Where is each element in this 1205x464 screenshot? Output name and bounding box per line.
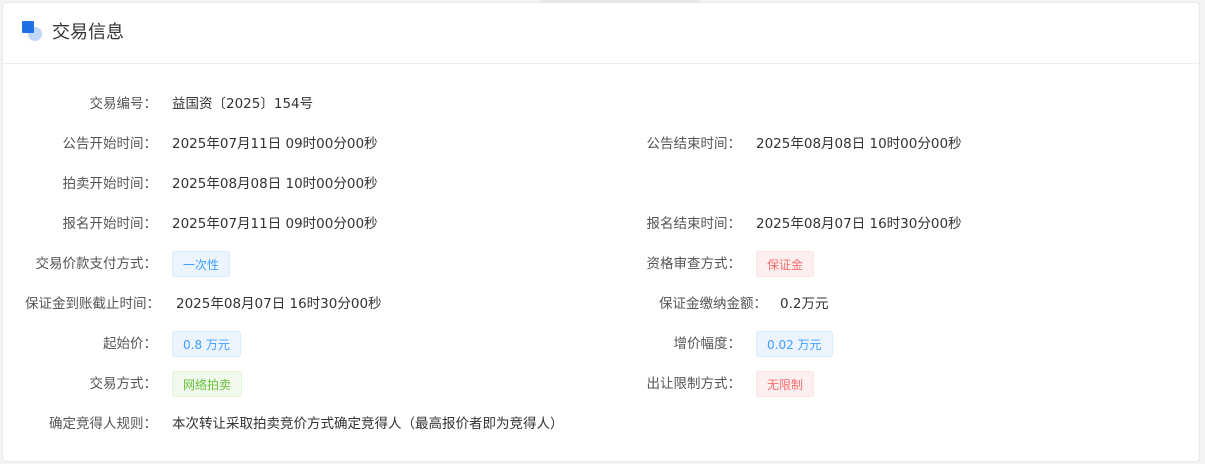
signup-end-value: 2025年08月07日 16时30分00秒 (756, 216, 962, 232)
trade-method-label: 交易方式： (89, 376, 158, 392)
trade-info-card: 交易信息 交易编号： 益国资〔2025〕154号 公告开始时间： 2025年07… (2, 2, 1200, 462)
payment-method-tag: 一次性 (172, 251, 231, 277)
start-price-tag: 0.8 万元 (172, 331, 241, 357)
trade-method-tag: 网络拍卖 (172, 371, 243, 397)
increment-tag: 0.02 万元 (756, 331, 833, 357)
winner-rule-value: 本次转让采取拍卖竞价方式确定竞得人（最高报价者即为竞得人） (172, 416, 564, 432)
increment-label: 增价幅度： (673, 336, 742, 352)
notice-start-label: 公告开始时间： (62, 136, 158, 152)
signup-end-label: 报名结束时间： (646, 216, 742, 232)
section-square-icon (22, 21, 44, 43)
top-edge-shadow (540, 0, 700, 3)
signup-start-label: 报名开始时间： (62, 216, 158, 232)
auction-start-label: 拍卖开始时间： (62, 176, 158, 192)
auction-start-value: 2025年08月08日 10时00分00秒 (172, 176, 378, 192)
trade-no-label: 交易编号： (89, 96, 158, 112)
signup-start-value: 2025年07月11日 09时00分00秒 (172, 216, 378, 232)
transfer-limit-tag: 无限制 (756, 371, 815, 397)
qualification-method-tag: 保证金 (756, 251, 815, 277)
trade-no-value: 益国资〔2025〕154号 (172, 96, 314, 112)
qualification-method-label: 资格审查方式： (646, 256, 742, 272)
deposit-amount-value: 0.2万元 (780, 296, 829, 312)
deposit-deadline-label: 保证金到账截止时间： (25, 296, 160, 312)
notice-end-label: 公告结束时间： (646, 136, 742, 152)
card-title: 交易信息 (52, 22, 124, 43)
payment-method-label: 交易价款支付方式： (35, 256, 158, 272)
notice-end-value: 2025年08月08日 10时00分00秒 (756, 136, 962, 152)
deposit-deadline-value: 2025年08月07日 16时30分00秒 (176, 296, 382, 312)
deposit-amount-label: 保证金缴纳金额： (659, 296, 767, 312)
transfer-limit-label: 出让限制方式： (646, 376, 742, 392)
card-header: 交易信息 (3, 3, 1199, 64)
winner-rule-label: 确定竞得人规则： (49, 416, 157, 432)
start-price-label: 起始价： (103, 336, 157, 352)
notice-start-value: 2025年07月11日 09时00分00秒 (172, 136, 378, 152)
